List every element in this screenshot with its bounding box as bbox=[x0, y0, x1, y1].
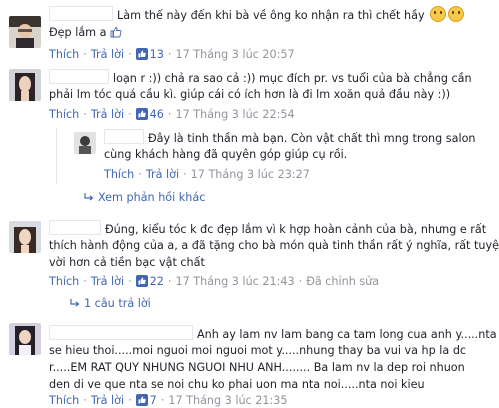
like-count[interactable]: 13 bbox=[150, 48, 164, 61]
like-link[interactable]: Thích bbox=[49, 275, 79, 288]
comment-text: loạn r :)) chả ra sao cả :)) mục đích pr… bbox=[49, 69, 472, 87]
reply-link[interactable]: Trả lời bbox=[91, 275, 124, 288]
like-count[interactable]: 7 bbox=[150, 394, 157, 407]
comment-time[interactable]: 17 Tháng 3 lúc 21:43 bbox=[175, 275, 294, 288]
comment-actions: Thích · Trả lời · 46 · 17 Tháng 3 lúc 22:54 bbox=[49, 108, 295, 121]
comment-text-line: vời hơn cả tiền bạc vật chất bbox=[49, 256, 205, 269]
commenter-name[interactable] bbox=[49, 69, 109, 84]
comment-text: Anh ay lam nv lam bang ca tam long cua a… bbox=[49, 325, 497, 343]
like-link[interactable]: Thích bbox=[104, 168, 134, 181]
comment-text: Đúng, kiểu tóc k đc đẹp lắm vì k hợp hoà… bbox=[49, 220, 486, 238]
commenter-name[interactable] bbox=[49, 325, 193, 340]
like-link[interactable]: Thích bbox=[49, 394, 79, 407]
reply-arrow-icon bbox=[84, 193, 94, 201]
comment-text-line: thích hành động của a, a đã tặng cho bà … bbox=[49, 239, 499, 252]
comment-text-line: se hieu thoi.....moi nguoi moi nguoi mot… bbox=[49, 344, 467, 357]
comment-text-line: den di ve que nta se noi chu ko phai uon… bbox=[49, 378, 425, 391]
replier-name[interactable] bbox=[104, 129, 144, 144]
reply-actions: Thích · Trả lời · 17 Tháng 3 lúc 23:27 bbox=[104, 168, 310, 181]
avatar[interactable] bbox=[9, 221, 41, 253]
like-link[interactable]: Thích bbox=[49, 48, 79, 61]
reply-link[interactable]: Trả lời bbox=[91, 48, 124, 61]
reply-link[interactable]: Trả lời bbox=[146, 168, 179, 181]
reply-link[interactable]: Trả lời bbox=[91, 108, 124, 121]
comment-text-line: Đẹp lắm a bbox=[49, 24, 124, 41]
like-count[interactable]: 46 bbox=[150, 108, 164, 121]
comment-actions: Thích · Trả lời · 22 · 17 Tháng 3 lúc 21:43 · Đã… bbox=[49, 275, 380, 288]
avatar[interactable] bbox=[9, 323, 41, 355]
thread-line bbox=[56, 128, 57, 184]
edited-label[interactable]: Đã chỉnh sửa bbox=[306, 275, 379, 288]
comment-time[interactable]: 17 Tháng 3 lúc 20:57 bbox=[175, 48, 294, 61]
laughing-emoji-icon bbox=[430, 6, 447, 22]
avatar[interactable] bbox=[74, 132, 96, 154]
comment-time[interactable]: 17 Tháng 3 lúc 21:35 bbox=[168, 394, 287, 407]
comment-actions: Thích · Trả lời · 13 · 17 Tháng 3 lúc 20:57 bbox=[49, 48, 295, 61]
avatar[interactable] bbox=[9, 16, 41, 48]
like-link[interactable]: Thích bbox=[49, 108, 79, 121]
thumbs-up-icon[interactable] bbox=[135, 275, 148, 287]
reply-text-line: cùng khách hàng đã quyên góp giúp cụ rồi… bbox=[104, 148, 348, 161]
comment-text: Làm thế này đến khi bà về ông ko nhận ra… bbox=[49, 6, 465, 24]
comment-time[interactable]: 17 Tháng 3 lúc 22:54 bbox=[175, 108, 294, 121]
comment-actions: Thích · Trả lời · 7 · 17 Tháng 3 lúc 21:35 bbox=[49, 394, 288, 407]
thumbs-up-outline-icon bbox=[110, 27, 122, 38]
avatar[interactable] bbox=[9, 69, 41, 101]
comment-text-line: phải lm tóc quá cầu kì. giúp cái có ích … bbox=[49, 88, 451, 101]
more-replies-link[interactable]: Xem phản hồi khác bbox=[84, 191, 205, 205]
commenter-name[interactable] bbox=[49, 6, 113, 21]
reply-arrow-icon bbox=[70, 299, 80, 307]
thumbs-up-icon[interactable] bbox=[135, 48, 148, 60]
commenter-name[interactable] bbox=[49, 220, 101, 235]
thumbs-up-icon[interactable] bbox=[135, 108, 148, 120]
reply-text: Đây là tinh thần mà bạn. Còn vật chất th… bbox=[104, 129, 476, 147]
reply-time[interactable]: 17 Tháng 3 lúc 23:27 bbox=[191, 168, 310, 181]
thumbs-up-icon[interactable] bbox=[135, 394, 148, 406]
reply-link[interactable]: Trả lời bbox=[91, 394, 124, 407]
view-replies-link[interactable]: 1 câu trả lời bbox=[70, 297, 151, 311]
like-count[interactable]: 22 bbox=[150, 275, 164, 288]
comment-text-line: r.....EM RAT QUY NHUNG NGUOI NHU ANH....… bbox=[49, 361, 465, 374]
laughing-emoji-icon bbox=[448, 6, 465, 22]
